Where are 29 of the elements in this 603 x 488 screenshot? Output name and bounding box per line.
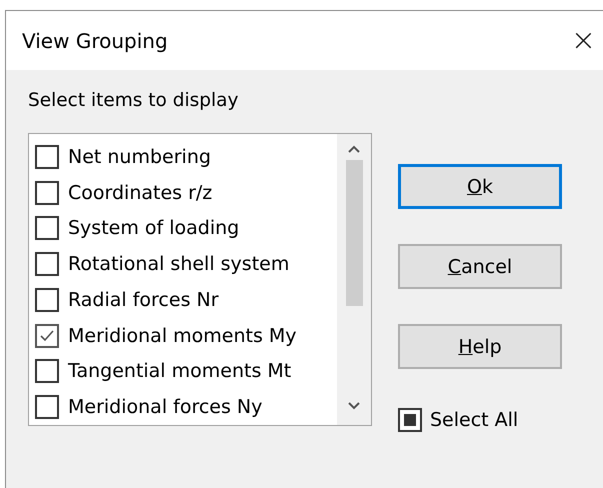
prompt-label: Select items to display — [28, 90, 240, 111]
scrollbar-thumb[interactable] — [346, 160, 362, 306]
scroll-down-icon[interactable] — [347, 401, 361, 411]
item-label[interactable]: Meridional forces Ny — [68, 396, 262, 418]
select-all-label[interactable]: Select All — [430, 409, 518, 431]
checkbox[interactable] — [35, 252, 59, 276]
checkbox[interactable] — [35, 288, 59, 312]
dialog-button[interactable]: Ok — [398, 164, 562, 209]
checkbox[interactable] — [35, 359, 59, 384]
checkbox[interactable] — [35, 180, 59, 205]
item-label[interactable]: Rotational shell system — [68, 253, 290, 276]
item-label[interactable]: Net numbering — [68, 146, 211, 168]
item-label[interactable]: System of loading — [68, 217, 240, 240]
scrollbar[interactable] — [337, 134, 371, 425]
item-label[interactable]: Tangential moments Mt — [68, 360, 292, 382]
scroll-up-icon[interactable] — [347, 144, 361, 154]
checkbox[interactable] — [35, 144, 59, 169]
dialog-button[interactable]: Help — [398, 324, 562, 369]
item-label[interactable]: Meridional moments My — [68, 324, 297, 347]
checkbox[interactable] — [35, 216, 59, 240]
close-button[interactable]: × — [570, 26, 596, 56]
checkbox[interactable] — [35, 395, 59, 420]
item-label[interactable]: Coordinates r/z — [68, 182, 212, 204]
dialog-button[interactable]: Cancel — [398, 244, 562, 289]
select-all-checkbox[interactable] — [398, 408, 422, 432]
window-title: View Grouping — [22, 28, 168, 52]
check-icon — [39, 328, 55, 343]
checkbox[interactable] — [35, 324, 59, 348]
item-label[interactable]: Radial forces Nr — [68, 288, 219, 311]
